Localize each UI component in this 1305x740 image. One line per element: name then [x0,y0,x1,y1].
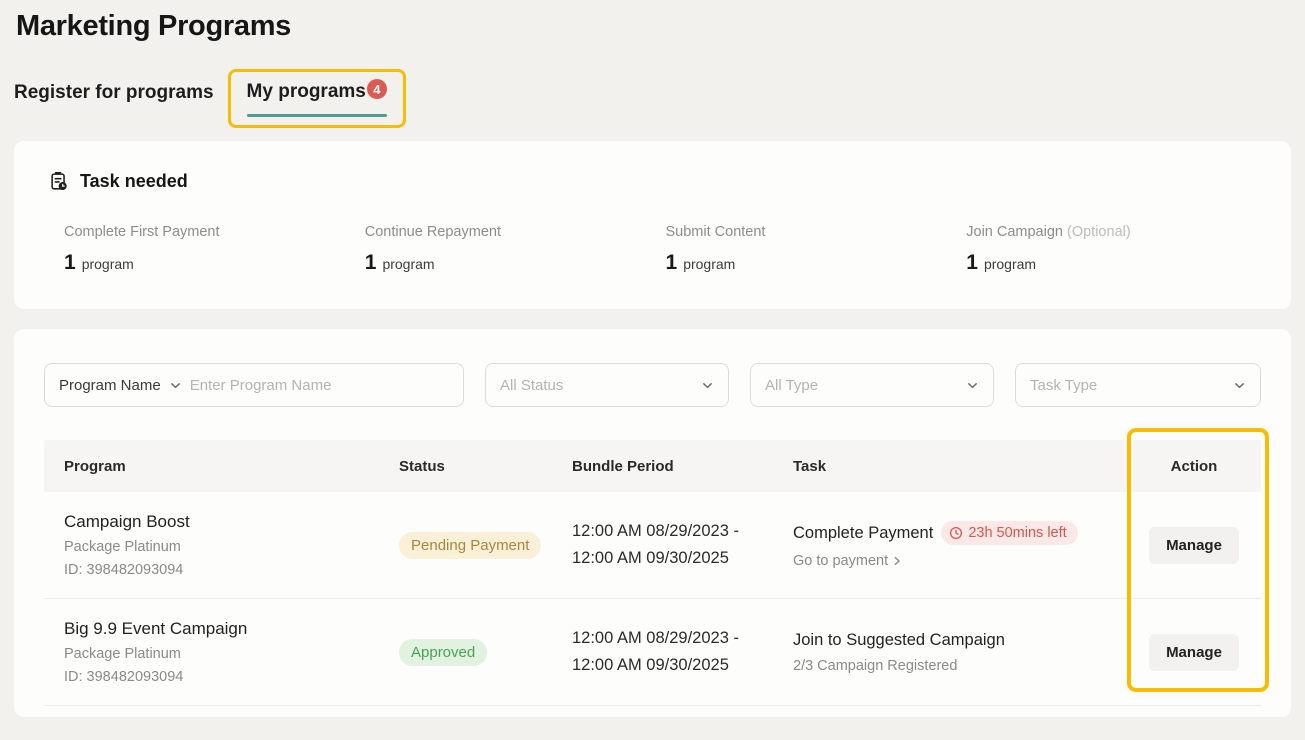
tab-register-for-programs[interactable]: Register for programs [14,69,214,104]
stat-label: Join Campaign [966,224,1063,240]
manage-button[interactable]: Manage [1149,527,1239,564]
col-header-status: Status [399,458,572,475]
chevron-down-icon [169,379,182,392]
time-left-text: 23h 50mins left [968,525,1066,541]
task-type-filter-value: Task Type [1030,377,1097,394]
manage-button[interactable]: Manage [1149,634,1239,671]
stat-value: 1 [966,251,978,275]
stat-submit-content: Submit Content 1 program [666,224,967,275]
col-header-program: Program [44,458,399,475]
bundle-period-start: 12:00 AM 08/29/2023 - [572,625,793,652]
stat-unit: program [683,256,735,272]
marketing-programs-page: Marketing Programs Register for programs… [0,0,1305,717]
bundle-period-end: 12:00 AM 09/30/2025 [572,545,793,572]
stat-continue-repayment: Continue Repayment 1 program [365,224,666,275]
stat-unit: program [984,256,1036,272]
tab-my-programs[interactable]: My programs 4 [247,81,387,125]
go-to-payment-link[interactable]: Go to payment [793,553,1127,569]
table-row: Campaign Boost Package Platinum ID: 3984… [44,492,1261,599]
stat-label: Continue Repayment [365,224,501,240]
task-stats: Complete First Payment 1 program Continu… [64,224,1267,275]
campaign-registered-progress: 2/3 Campaign Registered [793,658,1127,674]
program-package: Package Platinum [64,539,399,555]
tab-my-programs-label: My programs [247,81,366,103]
type-filter-value: All Type [765,377,818,394]
stat-unit: program [82,256,134,272]
active-tab-underline [247,114,387,117]
status-filter-value: All Status [500,377,563,394]
type-filter-select[interactable]: All Type [750,363,994,407]
stat-value: 1 [666,251,678,275]
stat-join-campaign: Join Campaign (Optional) 1 program [966,224,1267,275]
task-needed-card: Task needed Complete First Payment 1 pro… [14,141,1291,309]
program-id: ID: 398482093094 [64,669,399,685]
status-badge: Pending Payment [399,532,541,559]
col-header-action: Action [1127,458,1261,475]
program-name-selector[interactable]: Program Name [59,377,161,394]
tab-bar: Register for programs My programs 4 [14,69,1291,128]
program-id: ID: 398482093094 [64,562,399,578]
stat-value: 1 [64,251,76,275]
clipboard-clock-icon [48,170,70,192]
time-left-badge: 23h 50mins left [941,521,1077,545]
programs-table: Program Status Bundle Period Task Action… [44,440,1261,706]
stat-label: Complete First Payment [64,224,220,240]
chevron-down-icon [966,379,979,392]
stat-complete-first-payment: Complete First Payment 1 program [64,224,365,275]
clock-icon [949,526,963,540]
task-needed-title: Task needed [80,171,188,192]
notification-badge: 4 [367,79,387,99]
filter-bar: Program Name All Status All Type Task [44,363,1261,407]
col-header-bundle-period: Bundle Period [572,458,793,475]
table-header-row: Program Status Bundle Period Task Action [44,440,1261,492]
program-name: Campaign Boost [64,512,399,532]
stat-unit: program [382,256,434,272]
go-to-payment-label: Go to payment [793,553,888,569]
my-programs-tab-highlight: My programs 4 [228,69,406,128]
status-filter-select[interactable]: All Status [485,363,729,407]
status-badge: Approved [399,639,487,666]
task-title: Complete Payment [793,524,933,543]
table-row: Big 9.9 Event Campaign Package Platinum … [44,599,1261,706]
program-name-filter[interactable]: Program Name [44,363,464,407]
bundle-period-end: 12:00 AM 09/30/2025 [572,652,793,679]
col-header-task: Task [793,458,1127,475]
stat-label: Submit Content [666,224,766,240]
chevron-right-icon [891,555,903,567]
page-title: Marketing Programs [14,10,1291,43]
program-name: Big 9.9 Event Campaign [64,619,399,639]
chevron-down-icon [1233,379,1246,392]
programs-list-card: Program Name All Status All Type Task [14,329,1291,717]
stat-value: 1 [365,251,377,275]
task-type-filter-select[interactable]: Task Type [1015,363,1261,407]
task-title: Join to Suggested Campaign [793,631,1005,650]
stat-optional-tag: (Optional) [1067,224,1131,240]
bundle-period-start: 12:00 AM 08/29/2023 - [572,518,793,545]
program-name-input[interactable] [190,377,449,394]
program-package: Package Platinum [64,646,399,662]
chevron-down-icon [701,379,714,392]
